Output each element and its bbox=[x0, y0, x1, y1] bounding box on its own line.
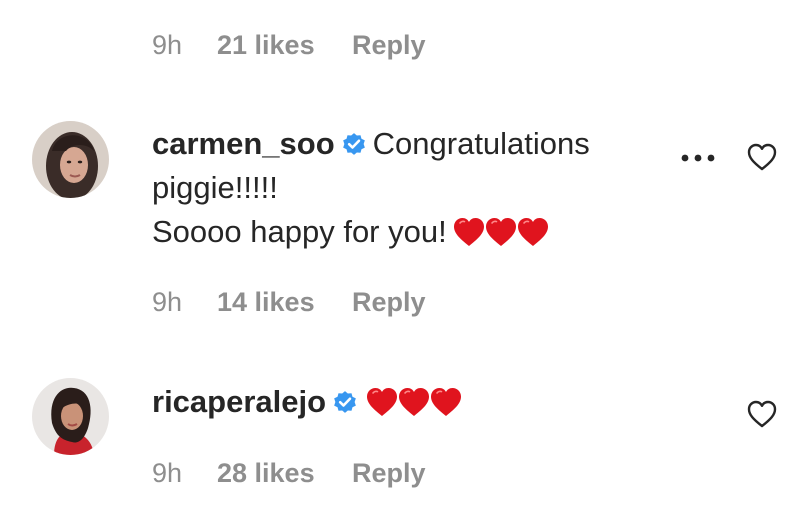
avatar-image bbox=[32, 378, 109, 455]
likes-count[interactable]: 21 likes bbox=[217, 30, 352, 61]
heart-emojis: ❤️❤️❤️ bbox=[453, 215, 549, 259]
timestamp[interactable]: 9h bbox=[152, 287, 217, 318]
more-options-icon[interactable] bbox=[680, 153, 716, 163]
reply-button[interactable]: Reply bbox=[352, 30, 426, 61]
comment-body: carmen_soo Congratulations piggie!!!!! So… bbox=[152, 122, 590, 259]
heart-emoji-icon bbox=[366, 387, 398, 417]
comment-meta: 9h 28 likes Reply bbox=[152, 458, 426, 489]
username[interactable]: ricaperalejo bbox=[152, 384, 326, 419]
avatar[interactable] bbox=[32, 121, 109, 198]
heart-emoji-icon bbox=[453, 217, 485, 247]
hearts-emoji-text: ❤️❤️❤️ bbox=[366, 385, 367, 386]
comment-text-line: Congratulations bbox=[372, 126, 590, 161]
comment-text-line: Soooo happy for you! bbox=[152, 214, 447, 249]
reply-button[interactable]: Reply bbox=[352, 287, 426, 318]
comment-meta-top: 9h 21 likes Reply bbox=[152, 30, 426, 61]
avatar-image bbox=[32, 121, 109, 198]
heart-emojis: ❤️❤️❤️ bbox=[366, 385, 462, 429]
avatar[interactable] bbox=[32, 378, 109, 455]
heart-emoji-icon bbox=[398, 387, 430, 417]
comment-text-line: piggie!!!!! bbox=[152, 170, 278, 205]
verified-badge-icon bbox=[341, 131, 367, 157]
verified-badge-icon bbox=[332, 389, 358, 415]
heart-emoji-icon bbox=[485, 217, 517, 247]
heart-emoji-icon bbox=[517, 217, 549, 247]
likes-count[interactable]: 28 likes bbox=[217, 458, 352, 489]
heart-outline-icon[interactable] bbox=[747, 143, 777, 171]
reply-button[interactable]: Reply bbox=[352, 458, 426, 489]
timestamp[interactable]: 9h bbox=[152, 30, 217, 61]
comment-body: ricaperalejo ❤️❤️❤️ bbox=[152, 380, 462, 429]
timestamp[interactable]: 9h bbox=[152, 458, 217, 489]
hearts-emoji-text: ❤️❤️❤️ bbox=[453, 215, 454, 216]
username[interactable]: carmen_soo bbox=[152, 126, 335, 161]
likes-count[interactable]: 14 likes bbox=[217, 287, 352, 318]
heart-outline-icon[interactable] bbox=[747, 400, 777, 428]
heart-emoji-icon bbox=[430, 387, 462, 417]
comment-meta: 9h 14 likes Reply bbox=[152, 287, 426, 318]
